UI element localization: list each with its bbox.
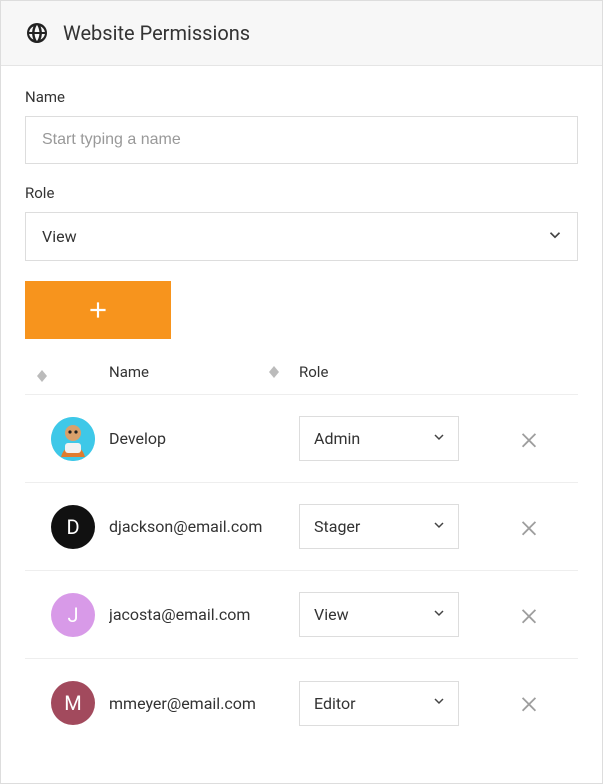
action-cell — [479, 596, 578, 634]
sort-icon — [269, 366, 279, 378]
avatar: D — [51, 505, 95, 549]
avatar: J — [51, 593, 95, 637]
role-label: Role — [25, 184, 578, 202]
column-header-name[interactable]: Name — [109, 363, 299, 381]
table-header-row: Name Role — [25, 353, 578, 395]
avatar-cell: M — [25, 681, 109, 725]
column-sort-avatar[interactable] — [25, 361, 109, 382]
avatar-letter: J — [67, 603, 78, 627]
table-row: Jjacosta@email.comView — [25, 571, 578, 659]
close-icon — [518, 604, 540, 626]
permissions-table: Name Role DevelopAdminDdjackson@email.co… — [25, 353, 578, 747]
table-body: DevelopAdminDdjackson@email.comStagerJja… — [25, 395, 578, 747]
remove-button[interactable] — [510, 420, 548, 458]
permissions-panel: Website Permissions Name Role View — [0, 0, 603, 784]
row-role-select[interactable]: Stager — [299, 504, 459, 549]
remove-button[interactable] — [510, 596, 548, 634]
role-select-wrap: Stager — [299, 504, 459, 549]
avatar — [51, 417, 95, 461]
action-cell — [479, 684, 578, 722]
avatar-cell — [25, 417, 109, 461]
role-select[interactable]: View — [25, 212, 578, 261]
panel-title: Website Permissions — [63, 21, 250, 45]
name-input[interactable] — [25, 116, 578, 164]
name-label: Name — [25, 88, 578, 106]
table-row: Mmmeyer@email.comEditor — [25, 659, 578, 747]
column-header-role-label: Role — [299, 363, 328, 381]
role-select-wrap: View — [25, 212, 578, 261]
row-role-select[interactable]: Editor — [299, 681, 459, 726]
column-header-role: Role — [299, 363, 479, 381]
avatar-letter: M — [64, 691, 81, 715]
role-select-wrap: Admin — [299, 416, 459, 461]
close-icon — [518, 692, 540, 714]
role-select-wrap: View — [299, 592, 459, 637]
add-button[interactable] — [25, 281, 171, 339]
remove-button[interactable] — [510, 508, 548, 546]
plus-icon — [85, 297, 111, 323]
role-cell: Editor — [299, 681, 479, 726]
avatar-cell: J — [25, 593, 109, 637]
sort-icon — [37, 370, 47, 382]
role-field-group: Role View — [25, 184, 578, 261]
role-cell: Stager — [299, 504, 479, 549]
name-cell: mmeyer@email.com — [109, 694, 299, 713]
row-role-select[interactable]: Admin — [299, 416, 459, 461]
name-cell: Develop — [109, 429, 299, 448]
close-icon — [518, 428, 540, 450]
avatar-letter: D — [66, 515, 79, 539]
avatar: M — [51, 681, 95, 725]
avatar-cell: D — [25, 505, 109, 549]
action-cell — [479, 420, 578, 458]
globe-icon — [25, 21, 49, 45]
panel-body: Name Role View — [1, 66, 602, 747]
action-cell — [479, 508, 578, 546]
remove-button[interactable] — [510, 684, 548, 722]
role-cell: View — [299, 592, 479, 637]
name-field-group: Name — [25, 88, 578, 164]
row-role-select[interactable]: View — [299, 592, 459, 637]
table-row: DevelopAdmin — [25, 395, 578, 483]
role-select-wrap: Editor — [299, 681, 459, 726]
panel-header: Website Permissions — [1, 1, 602, 66]
close-icon — [518, 516, 540, 538]
column-header-name-label: Name — [109, 363, 149, 381]
name-cell: djackson@email.com — [109, 517, 299, 536]
name-cell: jacosta@email.com — [109, 605, 299, 624]
table-row: Ddjackson@email.comStager — [25, 483, 578, 571]
role-cell: Admin — [299, 416, 479, 461]
